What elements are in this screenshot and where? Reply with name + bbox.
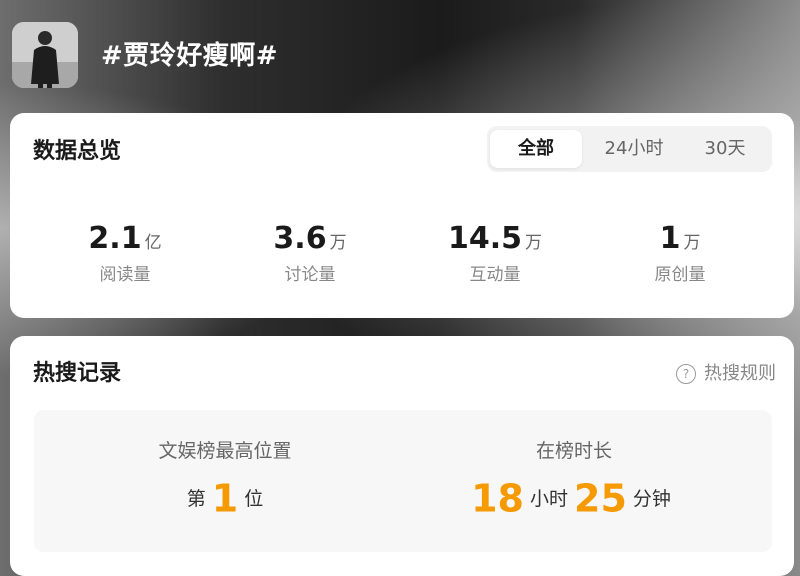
stat-value: 2.1: [88, 221, 142, 256]
tab-all[interactable]: 全部: [490, 130, 582, 168]
topic-title: #贾玲好瘦啊#: [101, 41, 279, 71]
hours-unit: 小时: [529, 487, 568, 510]
stat-read-count: 2.1 亿 阅读量: [45, 221, 205, 287]
rank-value: 1: [211, 476, 239, 521]
question-circle-icon: ?: [676, 364, 696, 384]
topic-avatar[interactable]: [12, 22, 78, 88]
stat-value-row: 3.6 万: [230, 221, 390, 261]
overview-card: 数据总览 全部 24小时 30天 2.1 亿 阅读量 3.6 万 讨论量 14.5 万…: [10, 113, 794, 318]
hot-search-rules-link[interactable]: ? 热搜规则: [676, 362, 776, 386]
duration-label: 在榜时长: [535, 440, 612, 462]
stat-discussion-count: 3.6 万 讨论量: [230, 221, 390, 287]
highest-rank-block: 文娱榜最高位置 第1位: [75, 438, 375, 521]
hot-search-panel: 文娱榜最高位置 第1位 在榜时长 18 小时 25 分钟: [34, 410, 772, 552]
rank-prefix: 第: [186, 487, 206, 510]
tab-24h[interactable]: 24小时: [587, 130, 681, 168]
rank-suffix: 位: [244, 487, 264, 510]
stat-value-row: 1万: [600, 221, 760, 261]
stat-unit: 万: [329, 233, 347, 253]
topic-header: #贾玲好瘦啊#: [0, 0, 800, 110]
hot-search-card: 热搜记录 ? 热搜规则 文娱榜最高位置 第1位 在榜时长 18 小时 25 分钟: [10, 336, 794, 576]
minutes-unit: 分钟: [632, 487, 671, 510]
stat-unit: 亿: [144, 233, 162, 253]
stat-label: 讨论量: [284, 265, 336, 285]
stat-value-row: 14.5 万: [415, 221, 575, 261]
rules-link-label: 热搜规则: [704, 363, 776, 384]
highest-rank-value-row: 第1位: [75, 476, 375, 521]
stat-value: 14.5: [447, 221, 523, 256]
stat-value-row: 2.1 亿: [45, 221, 205, 261]
stat-unit: 万: [683, 233, 701, 253]
hot-search-title: 热搜记录: [33, 361, 122, 386]
duration-minutes: 25: [574, 476, 627, 521]
stat-original-count: 1万 原创量: [600, 221, 760, 287]
stat-unit: 万: [525, 233, 543, 253]
stat-interaction-count: 14.5 万 互动量: [415, 221, 575, 287]
tab-30d[interactable]: 30天: [683, 130, 767, 168]
duration-block: 在榜时长 18 小时 25 分钟: [424, 438, 724, 521]
stat-value: 1: [659, 221, 681, 256]
overview-title: 数据总览: [33, 139, 122, 164]
duration-value-row: 18 小时 25 分钟: [424, 476, 724, 521]
stat-label: 互动量: [469, 265, 521, 285]
duration-hours: 18: [471, 476, 524, 521]
time-range-tabs: 全部 24小时 30天: [487, 126, 772, 172]
avatar-image: [12, 22, 78, 88]
stat-label: 原创量: [654, 265, 706, 285]
stat-value: 3.6: [273, 221, 327, 256]
highest-rank-label: 文娱榜最高位置: [158, 440, 292, 462]
stat-label: 阅读量: [99, 265, 151, 285]
